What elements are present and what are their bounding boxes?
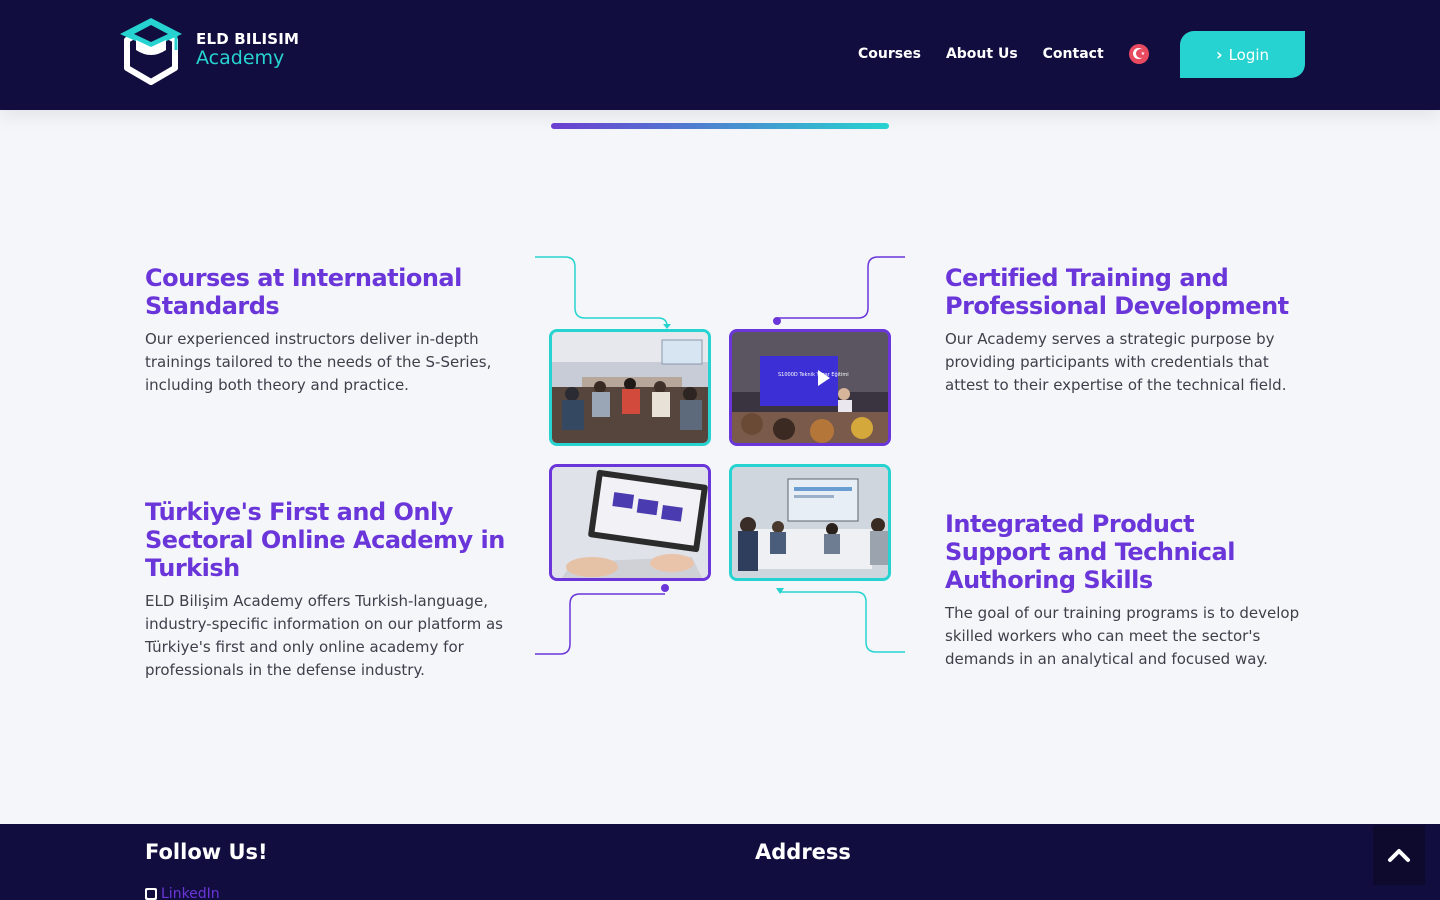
linkedin-link[interactable]: LinkedIn: [145, 886, 220, 900]
follow-us-heading: Follow Us!: [145, 840, 268, 864]
feature-title: Integrated Product Support and Technical…: [945, 510, 1235, 594]
logo-text: ELD BILISIM Academy: [196, 32, 299, 68]
meeting-photo: [729, 464, 891, 581]
scroll-to-top-button[interactable]: [1373, 825, 1425, 885]
feature-international-standards: Courses at International Standards Our e…: [145, 264, 505, 397]
main-nav: Courses About Us Contact ★: [858, 44, 1149, 64]
site-header: ELD BILISIM Academy Courses About Us Con…: [0, 0, 1440, 110]
presentation-image: S1000D Teknik Yazar Eğitimi: [732, 332, 888, 443]
feature-online-academy: Türkiye's First and Only Sectoral Online…: [145, 498, 505, 682]
nav-contact[interactable]: Contact: [1043, 46, 1104, 62]
connector-lines: [535, 256, 905, 655]
feature-certified-training: Certified Training and Professional Deve…: [945, 264, 1305, 397]
address-heading: Address: [755, 840, 851, 864]
feature-title: Türkiye's First and Only Sectoral Online…: [145, 498, 505, 582]
section-divider-bar: [551, 123, 889, 129]
nav-about-us[interactable]: About Us: [946, 46, 1018, 62]
chevron-right-icon: ›: [1215, 45, 1223, 64]
logo-line2: Academy: [196, 47, 285, 69]
feature-text: ELD Bilişim Academy offers Turkish-langu…: [145, 592, 503, 679]
classroom-photo-2: S1000D Teknik Yazar Eğitimi: [729, 329, 891, 446]
login-label: Login: [1228, 45, 1270, 64]
feature-title: Certified Training and Professional Deve…: [945, 264, 1289, 320]
turkey-flag-icon[interactable]: ★: [1128, 44, 1149, 64]
classroom-photo-1: [549, 329, 711, 446]
laptop-image: [552, 467, 708, 578]
logo-line1: ELD BILISIM: [196, 30, 300, 48]
logo-icon: [120, 18, 182, 85]
site-logo[interactable]: ELD BILISIM Academy: [118, 14, 299, 86]
meeting-image: [732, 467, 888, 578]
login-button[interactable]: › Login: [1180, 31, 1305, 78]
feature-text: The goal of our training programs is to …: [945, 604, 1300, 668]
laptop-photo: [549, 464, 711, 581]
feature-text: Our experienced instructors deliver in-d…: [145, 330, 492, 394]
linkedin-icon: [145, 888, 157, 900]
feature-title: Courses at International Standards: [145, 264, 462, 320]
linkedin-label: LinkedIn: [161, 886, 220, 900]
site-footer: Follow Us! Address LinkedIn: [0, 824, 1440, 900]
nav-courses[interactable]: Courses: [858, 46, 921, 62]
feature-product-support: Integrated Product Support and Technical…: [945, 510, 1305, 671]
slide-caption: S1000D Teknik Yazar Eğitimi: [778, 371, 849, 378]
feature-text: Our Academy serves a strategic purpose b…: [945, 330, 1287, 394]
chevron-up-icon: [1388, 849, 1410, 862]
classroom-image: [552, 332, 708, 443]
